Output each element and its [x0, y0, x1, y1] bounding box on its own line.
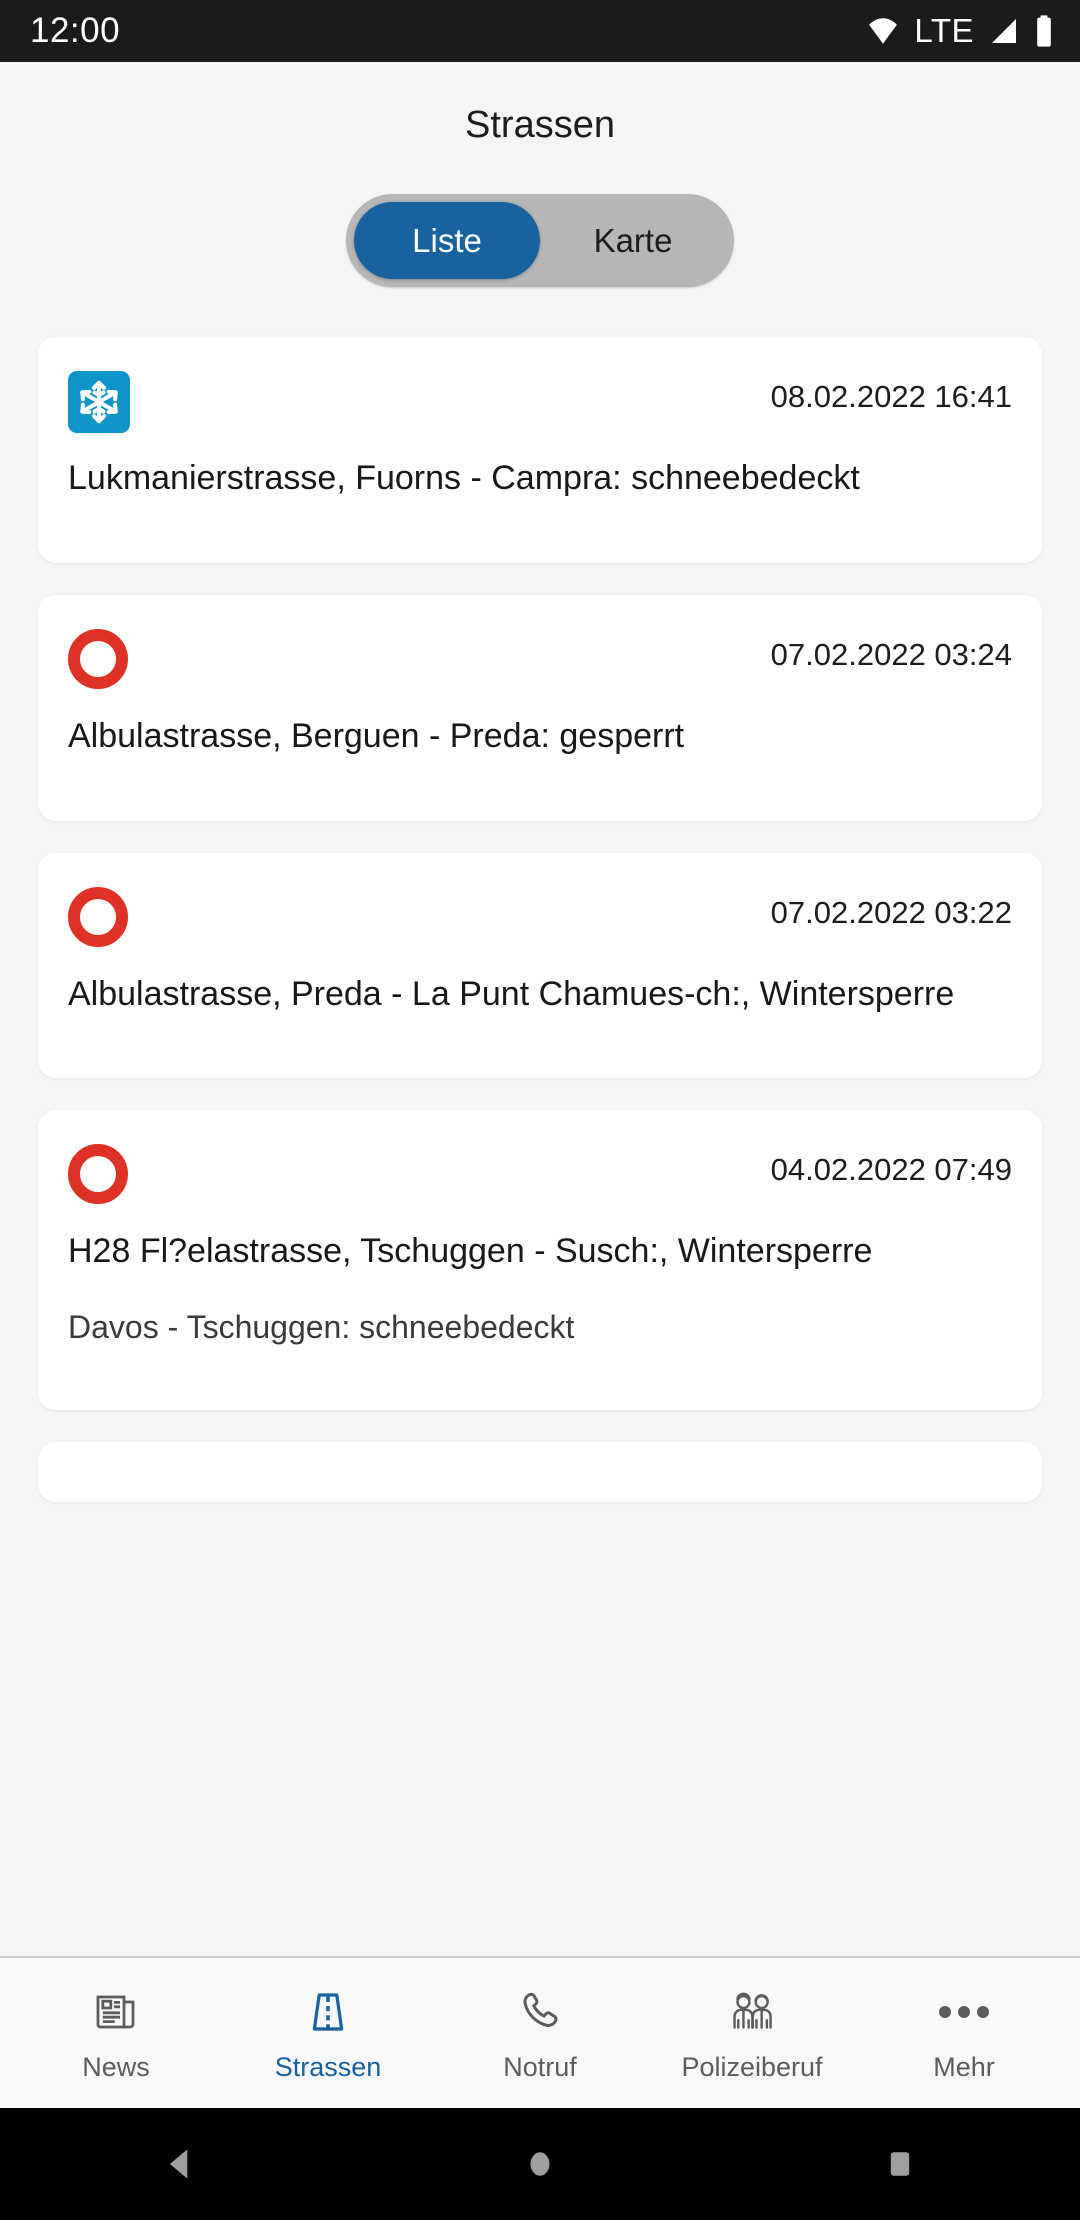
back-icon[interactable] — [90, 2142, 270, 2186]
nav-label-news: News — [82, 2051, 150, 2082]
status-icon-group: LTE — [866, 12, 1054, 50]
list-item[interactable] — [38, 1442, 1042, 1503]
nav-item-strassen[interactable]: Strassen — [233, 1984, 423, 2083]
card-header: 07.02.2022 03:22 — [68, 886, 1012, 949]
card-bottom-spacer — [68, 1014, 1012, 1048]
newspaper-icon — [92, 1984, 140, 2040]
nav-label-mehr: Mehr — [933, 2051, 995, 2082]
nav-label-polizeiberuf: Polizeiberuf — [681, 2051, 823, 2082]
report-timestamp: 07.02.2022 03:22 — [770, 894, 1012, 930]
nav-label-notruf: Notruf — [503, 2051, 577, 2082]
status-bar: 12:00 LTE — [0, 0, 1080, 62]
list-item[interactable]: 04.02.2022 07:49 H28 Fl?elastrasse, Tsch… — [38, 1110, 1042, 1411]
closed-ring-icon — [68, 628, 130, 691]
list-item[interactable]: 07.02.2022 03:22 Albulastrasse, Preda - … — [38, 852, 1042, 1079]
page-title: Strassen — [465, 104, 615, 146]
report-title: Lukmanierstrasse, Fuorns - Campra: schne… — [68, 459, 860, 497]
road-icon — [304, 1984, 352, 2040]
card-bottom-spacer — [68, 1346, 1012, 1380]
snowflake-icon — [68, 371, 130, 433]
list-item[interactable]: 07.02.2022 03:24 Albulastrasse, Berguen … — [38, 594, 1042, 821]
signal-icon — [988, 15, 1020, 47]
nav-item-notruf[interactable]: Notruf — [445, 1984, 635, 2083]
report-timestamp: 08.02.2022 16:41 — [770, 379, 1012, 414]
closed-ring-icon — [68, 1144, 130, 1206]
phone-screen: 12:00 LTE Strassen Liste Karte 08.02.202… — [0, 0, 1080, 2220]
nav-item-polizeiberuf[interactable]: Polizeiberuf — [657, 1984, 847, 2083]
report-timestamp: 07.02.2022 03:24 — [770, 636, 1012, 672]
nav-label-strassen: Strassen — [274, 2051, 382, 2082]
more-dots-icon — [936, 1984, 992, 2040]
bottom-navigation: News Strassen Notruf Polizeiberuf Mehr — [0, 1956, 1080, 2108]
nav-item-mehr[interactable]: Mehr — [869, 1984, 1059, 2083]
card-header: 08.02.2022 16:41 — [68, 371, 1012, 433]
wifi-icon — [866, 14, 900, 48]
view-mode-toggle-wrap: Liste Karte — [0, 147, 1080, 287]
tab-liste[interactable]: Liste — [354, 202, 540, 279]
view-mode-toggle[interactable]: Liste Karte — [346, 194, 734, 287]
closed-ring-icon — [68, 886, 130, 949]
recents-icon[interactable] — [810, 2142, 990, 2186]
report-title: Albulastrasse, Preda - La Punt Chamues-c… — [68, 974, 955, 1013]
nav-item-news[interactable]: News — [21, 1984, 211, 2083]
system-navigation-bar — [0, 2108, 1080, 2220]
home-icon[interactable] — [450, 2142, 630, 2186]
road-report-list[interactable]: 08.02.2022 16:41 Lukmanierstrasse, Fuorn… — [0, 287, 1080, 1956]
report-title: H28 Fl?elastrasse, Tschuggen - Susch:, W… — [68, 1232, 873, 1271]
card-header: 07.02.2022 03:24 — [68, 628, 1012, 691]
people-icon — [726, 1984, 778, 2040]
report-subtitle: Davos - Tschuggen: schneebedeckt — [68, 1309, 575, 1346]
card-bottom-spacer — [68, 757, 1012, 791]
list-item[interactable]: 08.02.2022 16:41 Lukmanierstrasse, Fuorn… — [38, 337, 1042, 563]
card-bottom-spacer — [68, 499, 1012, 533]
network-type-label: LTE — [914, 12, 974, 49]
battery-icon — [1034, 14, 1054, 48]
report-timestamp: 04.02.2022 07:49 — [770, 1152, 1012, 1188]
phone-icon — [516, 1984, 564, 2040]
card-header: 04.02.2022 07:49 — [68, 1144, 1012, 1206]
status-time: 12:00 — [30, 11, 121, 50]
report-title: Albulastrasse, Berguen - Preda: gesperrt — [68, 716, 685, 755]
tab-karte[interactable]: Karte — [540, 202, 726, 279]
